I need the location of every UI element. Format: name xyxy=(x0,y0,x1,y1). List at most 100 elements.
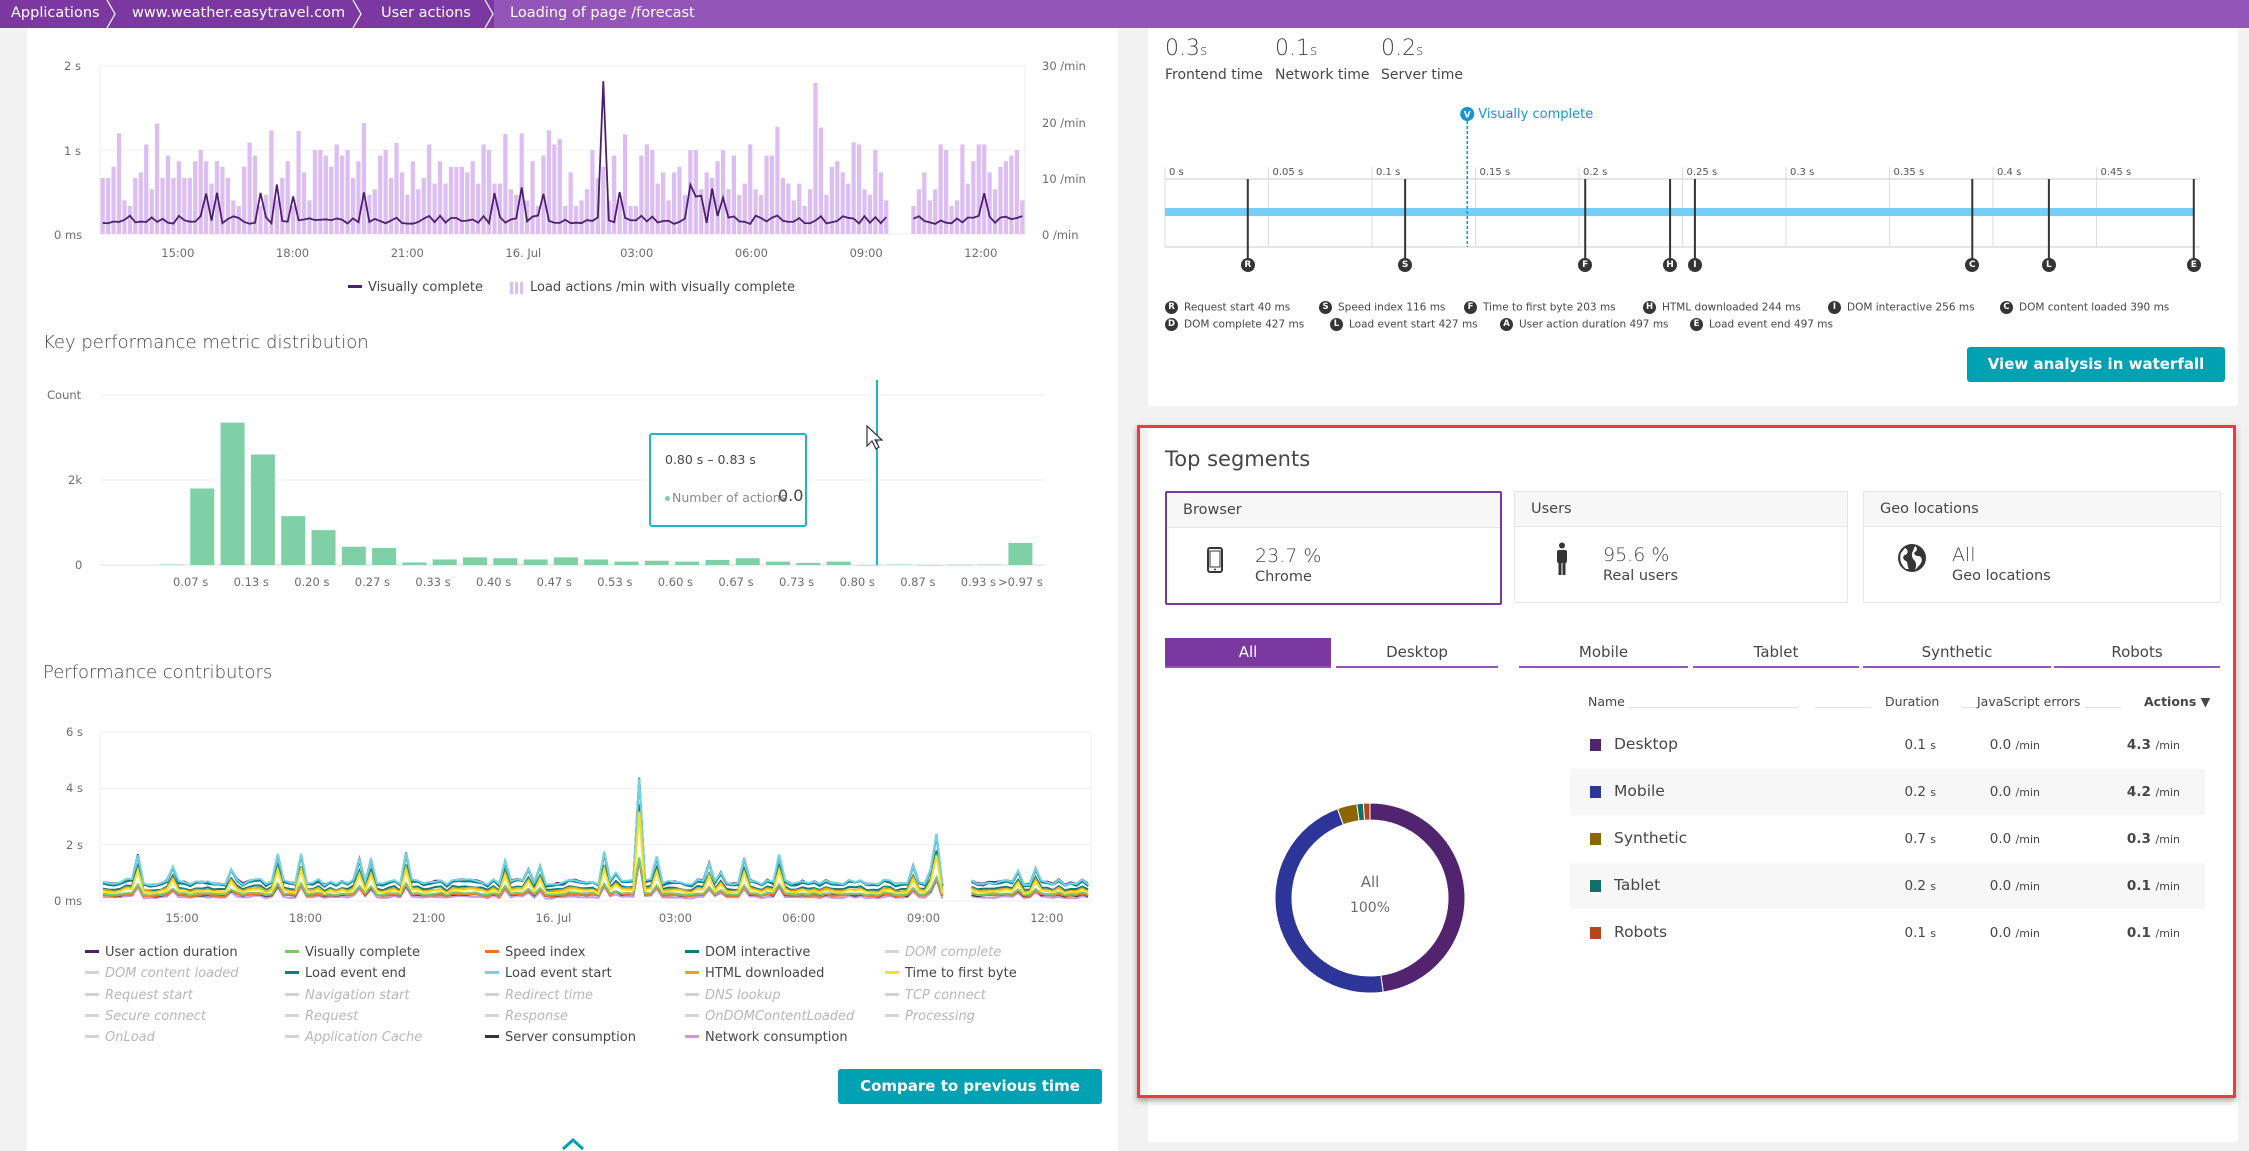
top-chart-x-tick: 18:00 xyxy=(275,246,310,260)
load-actions-bar xyxy=(301,172,307,234)
cell-duration: 0.7 s xyxy=(1905,831,1937,847)
segment-card-geo[interactable]: Geo locations All Geo locations xyxy=(1863,491,2221,603)
cell-js-errors: 0.0 /min xyxy=(1990,737,2040,753)
legend-item[interactable]: Application Cache xyxy=(285,1030,422,1045)
tab-desktop[interactable]: Desktop xyxy=(1336,638,1498,668)
marker-legend-item: E Load event end 497 ms xyxy=(1690,318,1833,331)
table-row[interactable]: Mobile 0.2 s 0.0 /min 4.2 /min xyxy=(1570,769,2205,815)
timeline-marker-R-icon[interactable]: R xyxy=(1240,258,1255,272)
action-timeline-chart[interactable]: 0 s 0.05 s 0.1 s 0.15 s 0.2 s 0.25 s 0.3 s 0.35… xyxy=(1148,95,2238,285)
legend-item[interactable]: HTML downloaded xyxy=(685,966,824,981)
legend-item[interactable]: Navigation start xyxy=(285,988,410,1003)
load-actions-bar xyxy=(1003,161,1009,234)
column-header-js-errors[interactable]: JavaScript errors xyxy=(1977,694,2080,709)
legend-item[interactable]: DNS lookup xyxy=(685,988,781,1003)
legend-item[interactable]: Time to first byte xyxy=(885,966,1017,981)
load-actions-bar xyxy=(122,200,127,234)
kpm-bar xyxy=(947,564,972,566)
legend-label: Secure connect xyxy=(105,1008,206,1024)
legend-item[interactable]: TCP connect xyxy=(885,988,986,1003)
timeline-marker-I-icon[interactable]: I xyxy=(1687,258,1702,272)
column-header-duration[interactable]: Duration xyxy=(1885,694,1939,709)
legend-item[interactable]: OnDOMContentLoaded xyxy=(685,1009,854,1024)
load-actions-bar xyxy=(443,183,448,234)
kpi-unit: s xyxy=(1416,43,1424,59)
legend-item[interactable]: Request xyxy=(285,1009,358,1024)
legend-load-actions[interactable]: Load actions /min with visually complete xyxy=(510,280,795,295)
legend-item[interactable]: Visually complete xyxy=(285,945,420,960)
marker-legend-item: I DOM interactive 256 ms xyxy=(1828,301,1975,314)
legend-visually-complete[interactable]: Visually complete xyxy=(348,280,483,295)
column-header-name[interactable]: Name xyxy=(1588,694,1625,709)
segment-card-browser[interactable]: Browser 23.7 % Chrome xyxy=(1165,491,1502,605)
tab-robots[interactable]: Robots xyxy=(2054,638,2220,668)
breadcrumb-user-actions[interactable]: User actions xyxy=(381,0,471,28)
marker-legend-item: H HTML downloaded 244 ms xyxy=(1643,301,1801,314)
legend-item[interactable]: OnLoad xyxy=(85,1030,155,1045)
marker-legend-text: Load event start 427 ms xyxy=(1349,318,1478,331)
load-actions-bar xyxy=(421,178,426,234)
table-row[interactable]: Robots 0.1 s 0.0 /min 0.1 /min xyxy=(1570,910,2205,956)
legend-item[interactable]: DOM complete xyxy=(885,945,1001,960)
timeline-marker-L-icon[interactable]: L xyxy=(2041,258,2056,272)
legend-item[interactable]: Speed index xyxy=(485,945,585,960)
globe-icon xyxy=(1898,544,1926,572)
table-row[interactable]: Synthetic 0.7 s 0.0 /min 0.3 /min xyxy=(1570,816,2205,862)
cell-actions: 0.1 /min xyxy=(2127,878,2180,894)
load-actions-bar xyxy=(802,206,807,234)
tab-synthetic[interactable]: Synthetic xyxy=(1863,638,2051,668)
load-actions-bar xyxy=(704,172,709,234)
table-row[interactable]: Desktop 0.1 s 0.0 /min 4.3 /min xyxy=(1570,722,2205,768)
column-header-actions[interactable]: Actions ▼ xyxy=(2144,694,2210,709)
compare-button[interactable]: Compare to previous time frame xyxy=(838,1069,1102,1130)
collapse-chevron-up-icon[interactable] xyxy=(560,1136,586,1151)
top-chart-x-tick: 03:00 xyxy=(620,246,654,260)
kpi-label: Server time xyxy=(1381,67,1463,83)
legend-item[interactable]: Network consumption xyxy=(685,1030,848,1045)
cell-unit: /min xyxy=(2015,880,2040,893)
legend-label: DNS lookup xyxy=(705,987,781,1003)
tab-all[interactable]: All xyxy=(1165,638,1331,668)
legend-item[interactable]: Processing xyxy=(885,1009,975,1024)
segment-card-users[interactable]: Users 95.6 % Real users xyxy=(1514,491,1848,603)
legend-item[interactable]: Request start xyxy=(85,988,193,1003)
timeline-marker-S-icon[interactable]: S xyxy=(1398,258,1413,272)
legend-swatch xyxy=(485,1035,499,1039)
timeline-marker-E-icon[interactable]: E xyxy=(2186,258,2201,272)
kpm-title: Key performance metric distribution xyxy=(43,332,369,353)
kpm-distribution-chart[interactable] xyxy=(0,380,1118,600)
visually-complete-chart[interactable] xyxy=(0,28,1118,308)
table-row[interactable]: Tablet 0.2 s 0.0 /min 0.1 /min xyxy=(1570,863,2205,909)
cell-unit: /min xyxy=(2015,927,2040,940)
performance-contributors-chart[interactable] xyxy=(0,720,1118,920)
legend-label: User action duration xyxy=(105,945,238,960)
load-actions-bar xyxy=(503,134,508,234)
cell-js-errors: 0.0 /min xyxy=(1990,784,2040,800)
kpm-bar xyxy=(1008,542,1033,565)
legend-item[interactable]: Secure connect xyxy=(85,1009,206,1024)
legend-item[interactable]: User action duration xyxy=(85,945,238,960)
cell-value: 0.1 xyxy=(1904,737,1931,753)
legend-swatch xyxy=(885,992,899,996)
timeline-tick-label: 0.05 s xyxy=(1273,167,1304,178)
waterfall-button[interactable]: View analysis in waterfall chart xyxy=(1967,347,2225,408)
tab-tablet[interactable]: Tablet xyxy=(1693,638,1859,668)
load-actions-bar xyxy=(334,144,339,234)
timeline-tick-label: 0.25 s xyxy=(1687,167,1718,178)
breadcrumb-application[interactable]: www.weather.easytravel.com xyxy=(132,0,345,28)
legend-item[interactable]: Load event start xyxy=(485,966,612,981)
kpm-bar xyxy=(190,488,215,565)
legend-item[interactable]: Load event end xyxy=(285,966,406,981)
breadcrumb-current-page: Loading of page /forecast xyxy=(510,5,695,21)
legend-item[interactable]: DOM content loaded xyxy=(85,966,239,981)
card-header: Browser xyxy=(1167,493,1500,528)
tab-mobile[interactable]: Mobile xyxy=(1519,638,1688,668)
legend-item[interactable]: Redirect time xyxy=(485,988,593,1003)
timeline-tick-label: 0.4 s xyxy=(1997,167,2021,178)
legend-item[interactable]: DOM interactive xyxy=(685,945,810,960)
timeline-marker-H-icon[interactable]: H xyxy=(1663,258,1678,272)
legend-item[interactable]: Server consumption xyxy=(485,1030,636,1045)
legend-swatch xyxy=(885,971,899,975)
legend-item[interactable]: Response xyxy=(485,1009,568,1024)
breadcrumb-applications[interactable]: Applications xyxy=(11,0,100,28)
